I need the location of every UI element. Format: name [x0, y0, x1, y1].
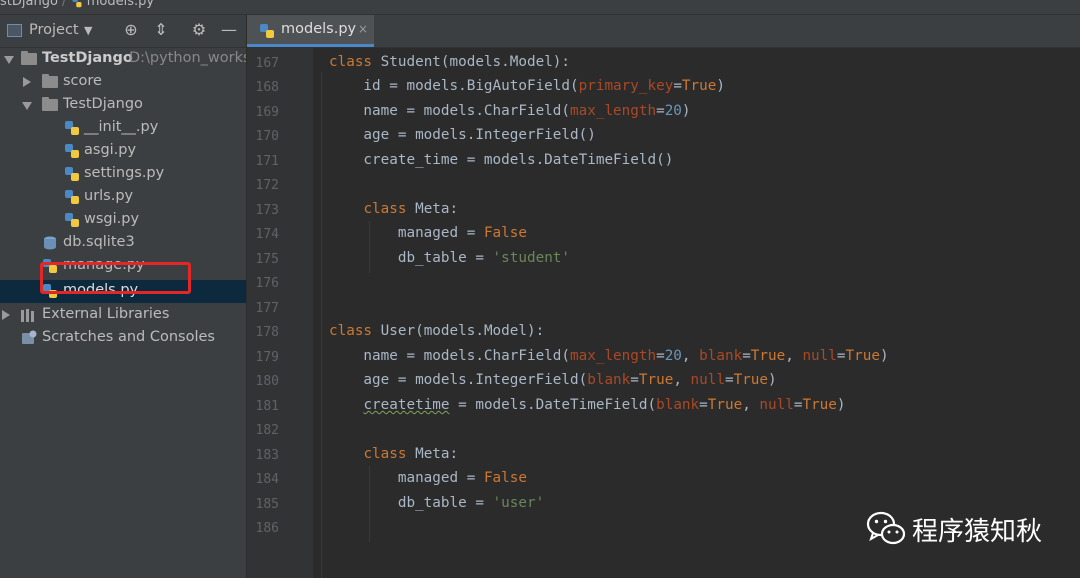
tree-item-label: urls.py [84, 188, 134, 204]
line-number: 180 [255, 374, 279, 389]
chevron-right-icon[interactable] [23, 77, 31, 87]
tree-item-label: wsgi.py [84, 211, 140, 227]
python-file-icon [72, 0, 82, 7]
line-number: 179 [255, 350, 279, 365]
tree-item-label: Scratches and Consoles [42, 329, 215, 345]
python-file-icon [65, 167, 79, 181]
line-number: 176 [255, 276, 279, 291]
code-line: managed = False [329, 225, 527, 241]
line-number: 177 [255, 301, 279, 316]
line-number: 178 [255, 325, 279, 340]
tree-item-wsgi-py[interactable]: wsgi.py [0, 209, 246, 232]
tab-label: models.py [281, 21, 357, 37]
line-number: 186 [255, 521, 279, 536]
editor-tab-bar: models.py × [247, 15, 1080, 48]
tree-item-settings-py[interactable]: settings.py [0, 163, 246, 186]
collapse-all-icon[interactable]: ⇕ [151, 20, 171, 40]
chevron-down-icon[interactable] [22, 102, 32, 110]
tree-item-label: db.sqlite3 [63, 234, 135, 250]
python-file-icon [65, 190, 79, 204]
chevron-down-icon[interactable] [4, 56, 14, 64]
line-number: 170 [255, 129, 279, 144]
folder-icon [21, 51, 37, 65]
tree-item-label: score [63, 73, 102, 89]
tree-item-testdjango-package[interactable]: TestDjango [0, 94, 246, 117]
tree-item-db-sqlite3[interactable]: db.sqlite3 [0, 232, 246, 255]
chevron-down-icon[interactable]: ▼ [84, 24, 92, 37]
tree-item-external-libraries[interactable]: External Libraries [0, 304, 246, 327]
code-line: name = models.CharField(max_length=20) [329, 103, 691, 119]
scratches-icon [22, 330, 37, 344]
python-file-icon [260, 24, 274, 38]
tree-item-init-py[interactable]: __init__.py [0, 117, 246, 140]
tree-item-label: TestDjango [42, 50, 133, 66]
tree-item-urls-py[interactable]: urls.py [0, 186, 246, 209]
navigation-bar: stDjango / models.py [0, 0, 1080, 15]
code-line: id = models.BigAutoField(primary_key=Tru… [329, 78, 725, 94]
editor-gutter: 167 168 169 170 171 172 173 174 175 176 … [247, 48, 326, 578]
database-file-icon [44, 236, 56, 250]
python-file-icon [65, 213, 79, 227]
python-file-icon [65, 121, 79, 135]
code-line: class Meta: [363, 201, 459, 217]
folder-icon [42, 74, 58, 88]
line-number: 169 [255, 105, 279, 120]
folder-icon [42, 97, 58, 111]
line-number: 185 [255, 497, 279, 512]
code-line: age = models.IntegerField() [329, 127, 596, 143]
highlight-box [40, 262, 191, 294]
tree-item-label: TestDjango [63, 96, 143, 112]
line-number: 184 [255, 472, 279, 487]
tree-item-label: settings.py [84, 165, 165, 181]
project-path: D:\python_worksp [129, 50, 246, 66]
line-number: 181 [255, 399, 279, 414]
line-number: 168 [255, 80, 279, 95]
tree-item-score[interactable]: score [0, 71, 246, 94]
close-icon[interactable]: × [358, 22, 368, 36]
breadcrumb-file[interactable]: models.py [87, 0, 154, 9]
code-line: db_table = 'user' [329, 495, 545, 511]
hide-panel-icon[interactable]: — [219, 20, 239, 40]
code-line: class Student(models.Model): [329, 54, 571, 70]
code-line: age = models.IntegerField(blank=True, nu… [329, 372, 777, 388]
line-number: 173 [255, 203, 279, 218]
line-number: 175 [255, 252, 279, 267]
tab-models-py[interactable]: models.py × [247, 15, 374, 47]
project-tool-window: Project ▼ ⊕ ⇕ ⚙ — TestDjango D:\python_w… [0, 15, 246, 578]
tree-item-scratches-and-consoles[interactable]: Scratches and Consoles [0, 327, 246, 350]
line-number: 171 [255, 154, 279, 169]
code-line: createtime = models.DateTimeField(blank=… [363, 397, 846, 413]
python-file-icon [65, 144, 79, 158]
line-number: 182 [255, 423, 279, 438]
project-view-icon [7, 24, 22, 37]
library-icon [21, 309, 34, 322]
indent-guide [321, 72, 322, 578]
line-number: 172 [255, 178, 279, 193]
chevron-right-icon[interactable] [2, 310, 10, 320]
code-line: name = models.CharField(max_length=20, b… [329, 348, 889, 364]
watermark-text: 程序猿知秋 [912, 517, 1043, 547]
code-line: class Meta: [363, 446, 459, 462]
tree-item-label: asgi.py [84, 142, 137, 158]
locate-target-icon[interactable]: ⊕ [121, 20, 141, 40]
breadcrumb-project[interactable]: stDjango [0, 0, 58, 9]
tree-item-label: External Libraries [42, 306, 170, 322]
project-view-selector[interactable]: Project [29, 22, 79, 38]
line-number: 174 [255, 227, 279, 242]
breadcrumb: stDjango / models.py [0, 0, 154, 9]
code-line: create_time = models.DateTimeField() [329, 152, 674, 168]
breadcrumb-separator: / [62, 0, 67, 9]
code-line: class User(models.Model): [329, 323, 545, 339]
wechat-icon [866, 511, 906, 545]
tree-item-testdjango-root[interactable]: TestDjango D:\python_worksp [0, 48, 246, 71]
line-number: 167 [255, 56, 279, 71]
code-line: db_table = 'student' [329, 250, 571, 266]
code-line: managed = False [329, 470, 527, 486]
line-number: 183 [255, 448, 279, 463]
tree-item-asgi-py[interactable]: asgi.py [0, 140, 246, 163]
gear-icon[interactable]: ⚙ [189, 20, 209, 40]
tree-item-label: __init__.py [84, 119, 159, 135]
project-header: Project ▼ ⊕ ⇕ ⚙ — [0, 15, 246, 48]
